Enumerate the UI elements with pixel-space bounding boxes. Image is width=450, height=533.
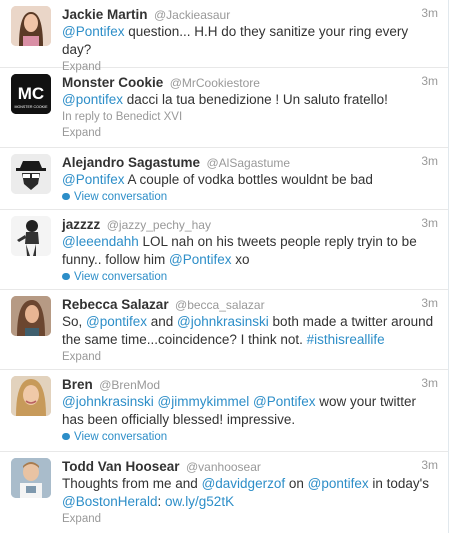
username[interactable]: @AlSagastume bbox=[207, 156, 291, 170]
mention-link[interactable]: @jimmykimmel bbox=[158, 394, 250, 409]
tweet-item[interactable]: Alejandro Sagastume @AlSagastume 3m @Pon… bbox=[0, 148, 448, 210]
mention-link[interactable]: @Pontifex bbox=[169, 252, 231, 267]
tweet-item[interactable]: MC MONSTER COOKIE Monster Cookie @MrCook… bbox=[0, 68, 448, 148]
avatar[interactable]: MC MONSTER COOKIE bbox=[11, 74, 51, 114]
avatar-logo-subtext: MONSTER COOKIE bbox=[15, 105, 49, 109]
avatar[interactable] bbox=[11, 458, 51, 498]
view-conversation-link[interactable]: View conversation bbox=[62, 429, 438, 445]
text-segment: and bbox=[147, 314, 178, 329]
mention-link[interactable]: @Pontifex bbox=[253, 394, 315, 409]
avatar[interactable] bbox=[11, 216, 51, 256]
username[interactable]: @BrenMod bbox=[99, 378, 160, 392]
timestamp[interactable]: 3m bbox=[421, 74, 438, 88]
display-name[interactable]: jazzzz bbox=[62, 217, 100, 232]
text-segment: in today's bbox=[368, 476, 429, 491]
display-name[interactable]: Todd Van Hoosear bbox=[62, 459, 180, 474]
username[interactable]: @MrCookiestore bbox=[170, 76, 260, 90]
text-segment: dacci la tua benedizione ! Un saluto fra… bbox=[123, 92, 388, 107]
text-segment: A couple of vodka bottles wouldnt be bad bbox=[124, 172, 373, 187]
username[interactable]: @vanhoosear bbox=[186, 460, 261, 474]
tweet-timeline: Jackie Martin @Jackieasaur 3m @Pontifex … bbox=[0, 0, 449, 533]
reply-context[interactable]: In reply to Benedict XVI bbox=[62, 109, 438, 125]
expand-link[interactable]: Expand bbox=[62, 125, 438, 141]
display-name[interactable]: Alejandro Sagastume bbox=[62, 155, 200, 170]
view-conversation-label: View conversation bbox=[74, 191, 168, 203]
view-conversation-label: View conversation bbox=[74, 271, 168, 283]
view-conversation-label: View conversation bbox=[74, 431, 168, 443]
tweet-text: So, @pontifex and @johnkrasinski both ma… bbox=[62, 313, 438, 349]
avatar[interactable] bbox=[11, 6, 51, 46]
tweet-text: @leeendahh LOL nah on his tweets people … bbox=[62, 233, 438, 269]
mention-link[interactable]: @pontifex bbox=[308, 476, 369, 491]
mention-link[interactable]: @pontifex bbox=[62, 92, 123, 107]
expand-link[interactable]: Expand bbox=[62, 511, 438, 527]
mention-link[interactable]: @johnkrasinski bbox=[177, 314, 269, 329]
display-name[interactable]: Monster Cookie bbox=[62, 75, 163, 90]
avatar[interactable] bbox=[11, 296, 51, 336]
text-segment: So, bbox=[62, 314, 87, 329]
username[interactable]: @jazzy_pechy_hay bbox=[107, 218, 211, 232]
mention-link[interactable]: @johnkrasinski bbox=[62, 394, 154, 409]
tweet-item[interactable]: Jackie Martin @Jackieasaur 3m @Pontifex … bbox=[0, 0, 448, 73]
timestamp[interactable]: 3m bbox=[421, 6, 438, 20]
mention-link[interactable]: @Pontifex bbox=[62, 24, 124, 39]
display-name[interactable]: Bren bbox=[62, 377, 93, 392]
timestamp[interactable]: 3m bbox=[421, 216, 438, 230]
tweet-text: @pontifex dacci la tua benedizione ! Un … bbox=[62, 91, 438, 109]
text-segment: on bbox=[285, 476, 308, 491]
username[interactable]: @Jackieasaur bbox=[154, 8, 230, 22]
mention-link[interactable]: @BostonHerald bbox=[62, 494, 158, 509]
timestamp[interactable]: 3m bbox=[421, 296, 438, 310]
username[interactable]: @becca_salazar bbox=[175, 298, 265, 312]
timestamp[interactable]: 3m bbox=[421, 376, 438, 390]
view-conversation-link[interactable]: View conversation bbox=[62, 269, 438, 285]
hashtag-link[interactable]: #isthisreallife bbox=[307, 332, 385, 347]
expand-link[interactable]: Expand bbox=[62, 349, 438, 365]
mention-link[interactable]: @Pontifex bbox=[62, 172, 124, 187]
display-name[interactable]: Rebecca Salazar bbox=[62, 297, 169, 312]
tweet-item[interactable]: Bren @BrenMod 3m @johnkrasinski @jimmyki… bbox=[0, 370, 448, 452]
view-conversation-link[interactable]: View conversation bbox=[62, 189, 438, 205]
mention-link[interactable]: @leeendahh bbox=[62, 234, 139, 249]
tweet-item[interactable]: Todd Van Hoosear @vanhoosear 3m Thoughts… bbox=[0, 452, 448, 533]
avatar[interactable] bbox=[11, 376, 51, 416]
mention-link[interactable]: @pontifex bbox=[86, 314, 147, 329]
timestamp[interactable]: 3m bbox=[421, 458, 438, 472]
tweet-text: @Pontifex question... H.H do they saniti… bbox=[62, 23, 438, 59]
text-segment: Thoughts from me and bbox=[62, 476, 202, 491]
tweet-text: @johnkrasinski @jimmykimmel @Pontifex wo… bbox=[62, 393, 438, 429]
avatar-logo-text: MC bbox=[18, 84, 44, 103]
speech-bubble-icon bbox=[62, 193, 70, 200]
speech-bubble-icon bbox=[62, 433, 70, 440]
timestamp[interactable]: 3m bbox=[421, 154, 438, 168]
avatar[interactable] bbox=[11, 154, 51, 194]
text-segment: xo bbox=[231, 252, 250, 267]
text-segment: : bbox=[157, 494, 166, 509]
mention-link[interactable]: @davidgerzof bbox=[202, 476, 286, 491]
tweet-item[interactable]: jazzzz @jazzy_pechy_hay 3m @leeendahh LO… bbox=[0, 210, 448, 290]
url-link[interactable]: ow.ly/g52tK bbox=[165, 494, 234, 509]
tweet-text: Thoughts from me and @davidgerzof on @po… bbox=[62, 475, 438, 511]
tweet-item[interactable]: Rebecca Salazar @becca_salazar 3m So, @p… bbox=[0, 290, 448, 370]
tweet-text: @Pontifex A couple of vodka bottles woul… bbox=[62, 171, 438, 189]
speech-bubble-icon bbox=[62, 273, 70, 280]
display-name[interactable]: Jackie Martin bbox=[62, 7, 148, 22]
